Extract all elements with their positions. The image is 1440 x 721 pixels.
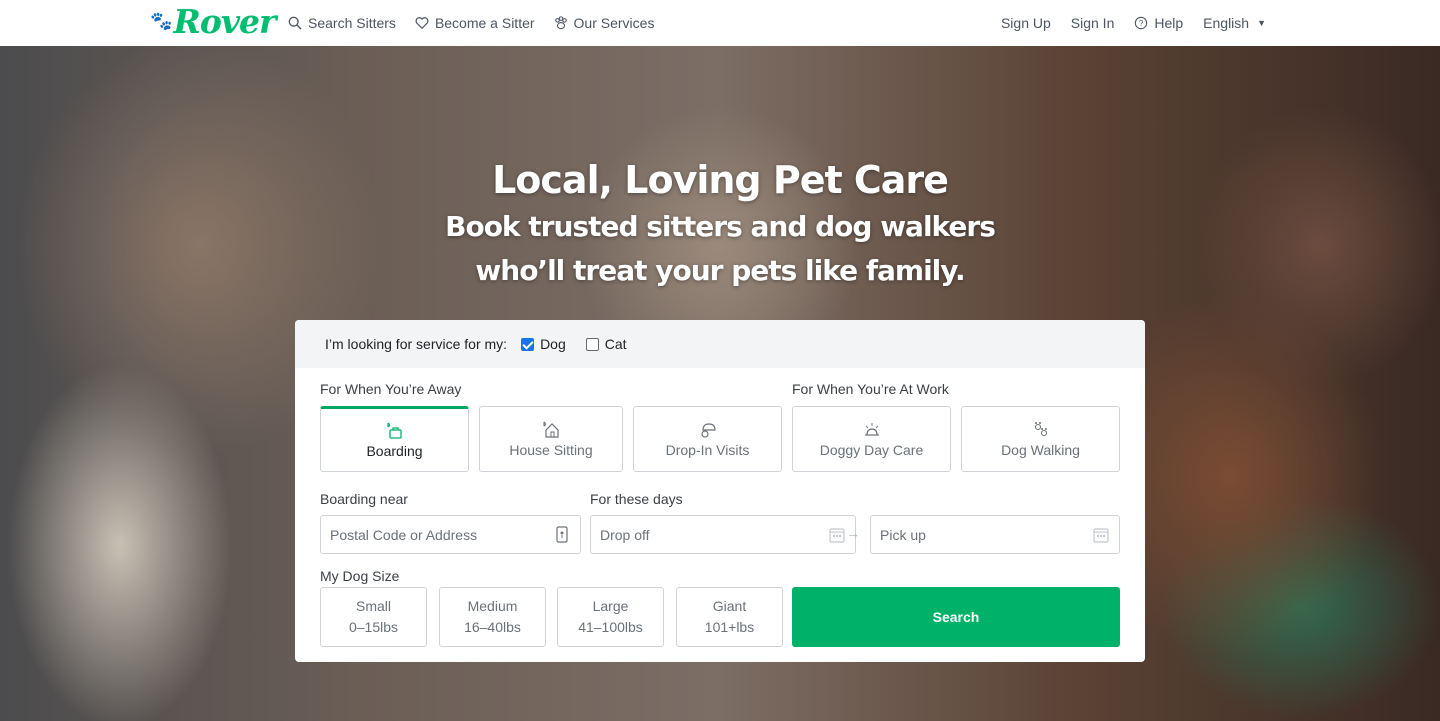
service-drop-in[interactable]: Drop-In Visits: [633, 406, 782, 472]
sign-in-link[interactable]: Sign In: [1071, 15, 1115, 31]
size-range: 101+lbs: [704, 619, 755, 635]
boarding-icon: [386, 422, 402, 439]
cat-label[interactable]: Cat: [605, 336, 627, 352]
size-name: Small: [355, 598, 391, 614]
paw-icon: [554, 16, 567, 30]
location-input[interactable]: Postal Code or Address: [320, 515, 581, 554]
size-range: 0–15lbs: [348, 619, 399, 635]
svg-text:?: ?: [1139, 19, 1144, 28]
nav-our-services[interactable]: Our Services: [554, 15, 655, 31]
help-link[interactable]: ? Help: [1134, 15, 1183, 31]
service-label: Doggy Day Care: [819, 441, 924, 458]
drop-in-icon: [700, 422, 716, 438]
cat-checkbox[interactable]: [585, 337, 599, 351]
nav-search-sitters[interactable]: Search Sitters: [288, 15, 396, 31]
top-nav: 🐾 Rover Search Sitters Become a Sitter Ou…: [0, 0, 1440, 46]
dog-checkbox[interactable]: [521, 337, 535, 351]
nav-label: Become a Sitter: [434, 15, 535, 31]
dates-label: For these days: [590, 491, 683, 507]
nav-label: Sign Up: [1000, 15, 1051, 31]
nav-become-sitter[interactable]: Become a Sitter: [415, 15, 535, 31]
nav-label: Sign In: [1070, 15, 1115, 31]
pet-prompt: I’m looking for service for my:: [325, 336, 508, 352]
calendar-icon: [829, 528, 845, 543]
drop-off-input[interactable]: Drop off: [590, 515, 856, 554]
sign-up-link[interactable]: Sign Up: [1001, 15, 1051, 31]
nav-label: English: [1203, 15, 1250, 31]
service-label: Dog Walking: [1001, 441, 1080, 458]
service-day-care[interactable]: Doggy Day Care: [792, 406, 951, 472]
help-circle-icon: ?: [1135, 16, 1148, 30]
away-heading: For When You’re Away: [320, 381, 462, 397]
service-boarding[interactable]: Boarding: [320, 406, 469, 472]
search-button[interactable]: Search: [792, 587, 1120, 647]
size-giant[interactable]: Giant 101+lbs: [676, 587, 783, 647]
nav-label: Search Sitters: [308, 15, 396, 31]
pick-up-placeholder: Pick up: [880, 526, 926, 543]
location-label: Boarding near: [320, 491, 408, 507]
language-select[interactable]: English ▼: [1203, 15, 1266, 31]
arrow-right-icon: →: [846, 525, 860, 541]
service-label: House Sitting: [509, 441, 593, 458]
size-name: Giant: [712, 598, 747, 614]
pick-up-input[interactable]: Pick up: [870, 515, 1120, 554]
size-range: 41–100lbs: [578, 619, 643, 635]
day-care-icon: [864, 422, 879, 436]
dog-label[interactable]: Dog: [540, 336, 566, 352]
service-house-sitting[interactable]: House Sitting: [479, 406, 623, 472]
drop-off-placeholder: Drop off: [600, 526, 650, 543]
hero-title: Local, Loving Pet Care: [492, 158, 949, 202]
location-placeholder: Postal Code or Address: [330, 526, 478, 543]
heart-icon: [415, 17, 429, 30]
size-large[interactable]: Large 41–100lbs: [557, 587, 664, 647]
nav-label: Help: [1154, 15, 1184, 31]
dog-walking-icon: [1034, 421, 1047, 436]
rover-logo[interactable]: 🐾 Rover: [150, 2, 276, 41]
hero-subtitle-line2: who’ll treat your pets like family.: [475, 254, 965, 287]
size-range: 16–40lbs: [464, 619, 521, 635]
size-small[interactable]: Small 0–15lbs: [320, 587, 427, 647]
search-icon: [288, 16, 302, 30]
nav-label: Our Services: [573, 15, 655, 31]
house-sitting-icon: [543, 421, 559, 438]
hero-subtitle-line1: Book trusted sitters and dog walkers: [445, 210, 996, 243]
logo-text: Rover: [173, 2, 276, 41]
size-name: Medium: [467, 598, 518, 614]
size-label: My Dog Size: [320, 568, 400, 584]
work-heading: For When You’re At Work: [792, 381, 949, 397]
pet-type-row: I’m looking for service for my: Dog Cat: [295, 320, 1145, 368]
paw-logo-icon: 🐾: [150, 11, 172, 32]
caret-down-icon: ▼: [1257, 18, 1266, 28]
service-label: Boarding: [366, 442, 423, 459]
size-name: Large: [592, 598, 629, 614]
service-label: Drop-In Visits: [665, 441, 750, 458]
search-form: I’m looking for service for my: Dog Cat …: [295, 320, 1145, 662]
service-dog-walking[interactable]: Dog Walking: [961, 406, 1120, 472]
size-medium[interactable]: Medium 16–40lbs: [439, 587, 546, 647]
location-pin-icon: [556, 526, 568, 543]
calendar-icon: [1093, 528, 1109, 543]
